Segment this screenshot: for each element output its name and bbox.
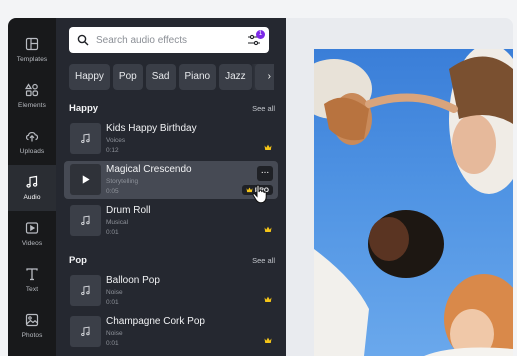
crown-icon — [264, 226, 272, 232]
track-genre: Storytelling — [106, 178, 139, 185]
music-note-icon — [81, 285, 90, 295]
rail-label-audio: Audio — [23, 194, 41, 201]
people-photo-illustration — [314, 49, 513, 356]
section-header-happy: Happy See all — [69, 103, 275, 114]
track-thumbnail — [70, 275, 101, 306]
rail-item-elements[interactable]: Elements — [8, 73, 56, 119]
rail-label-videos: Videos — [21, 240, 43, 247]
rail-item-uploads[interactable]: Uploads — [8, 119, 56, 165]
photos-icon — [25, 313, 39, 327]
section-title: Happy — [69, 103, 99, 114]
track-row[interactable]: Kids Happy Birthday Voices 0:12 — [64, 120, 278, 158]
see-all-link[interactable]: See all — [252, 256, 275, 265]
track-duration: 0:01 — [106, 229, 119, 236]
rail-item-videos[interactable]: Videos — [8, 211, 56, 257]
track-thumbnail[interactable] — [70, 164, 101, 195]
track-title: Magical Crescendo — [106, 164, 192, 175]
audio-icon — [26, 175, 38, 188]
track-duration: 0:05 — [106, 188, 119, 195]
track-genre: Musical — [106, 219, 129, 226]
crown-icon — [264, 296, 272, 302]
track-row-hovered[interactable]: Magical Crescendo Storytelling 0:05 ... … — [64, 161, 278, 199]
chip-pop[interactable]: Pop — [112, 64, 143, 90]
track-thumbnail — [70, 316, 101, 347]
chevron-right-icon[interactable]: › — [252, 64, 274, 90]
rail-label-elements: Elements — [18, 102, 46, 109]
search-input[interactable] — [96, 34, 236, 46]
track-genre: Voices — [106, 137, 126, 144]
track-row[interactable]: Balloon Pop Noise 0:01 — [64, 272, 278, 310]
rail-item-audio[interactable]: Audio — [8, 165, 56, 211]
design-photo[interactable] — [314, 49, 513, 356]
audio-panel: 1 HappyPopSadPianoJazzBi › Happy See all… — [56, 18, 286, 356]
music-note-icon — [81, 326, 90, 336]
track-thumbnail — [70, 123, 101, 154]
track-genre: Noise — [106, 289, 123, 296]
rail-label-uploads: Uploads — [19, 148, 45, 155]
chip-piano[interactable]: Piano — [178, 64, 217, 90]
track-title: Drum Roll — [106, 205, 151, 216]
chip-sad[interactable]: Sad — [145, 64, 176, 90]
chip-happy[interactable]: Happy — [69, 64, 110, 90]
rail-item-photos[interactable]: Photos — [8, 303, 56, 349]
mood-chips: HappyPopSadPianoJazzBi › — [69, 64, 274, 90]
track-row[interactable]: Drum Roll Musical 0:01 — [64, 202, 278, 240]
elements-icon — [25, 83, 39, 97]
track-thumbnail — [70, 205, 101, 236]
editor-window: Templates Elements Uploads Audio Videos … — [8, 18, 513, 356]
search-box: 1 — [69, 27, 269, 53]
music-note-icon — [81, 133, 90, 143]
filter-count-badge: 1 — [256, 30, 265, 39]
search-icon — [77, 34, 89, 46]
track-title: Kids Happy Birthday — [106, 123, 197, 134]
track-row[interactable]: Champagne Cork Pop Noise 0:01 — [64, 313, 278, 351]
rail-item-text[interactable]: Text — [8, 257, 56, 303]
uploads-icon — [25, 131, 39, 142]
see-all-link[interactable]: See all — [252, 104, 275, 113]
section-title: Pop — [69, 255, 87, 266]
rail-label-text: Text — [25, 286, 39, 293]
track-duration: 0:01 — [106, 340, 119, 347]
crown-icon — [264, 337, 272, 343]
more-options-button[interactable]: ... — [257, 166, 273, 181]
templates-icon — [25, 37, 39, 51]
text-icon — [26, 268, 38, 281]
rail-label-templates: Templates — [16, 56, 48, 63]
track-duration: 0:12 — [106, 147, 119, 154]
rail-item-templates[interactable]: Templates — [8, 27, 56, 73]
play-icon[interactable] — [80, 174, 91, 185]
videos-icon — [25, 222, 39, 234]
track-title: Champagne Cork Pop — [106, 316, 205, 327]
side-rail: Templates Elements Uploads Audio Videos … — [8, 18, 56, 356]
chip-jazz[interactable]: Jazz — [219, 64, 252, 90]
hand-pointer-icon — [252, 184, 267, 204]
rail-label-photos: Photos — [21, 332, 43, 339]
section-header-pop: Pop See all — [69, 255, 275, 266]
canvas-area — [286, 18, 513, 356]
track-title: Balloon Pop — [106, 275, 160, 286]
track-genre: Noise — [106, 330, 123, 337]
crown-icon — [264, 144, 272, 150]
music-note-icon — [81, 215, 90, 225]
track-duration: 0:01 — [106, 299, 119, 306]
